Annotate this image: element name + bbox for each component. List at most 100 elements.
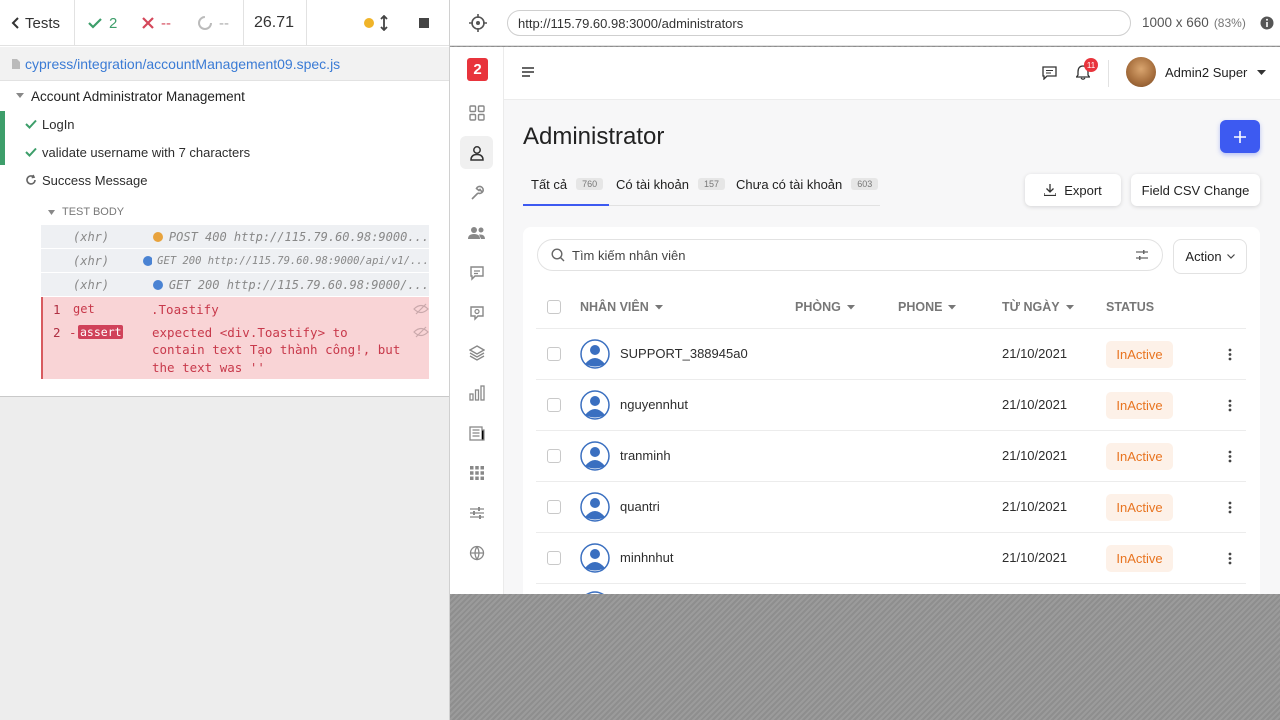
employee-name[interactable]: nguyennhut <box>620 397 688 412</box>
avatar[interactable] <box>1126 57 1156 87</box>
employee-name[interactable]: minhnhut <box>620 550 673 565</box>
column-header-phone[interactable]: PHONE <box>898 285 957 329</box>
info-button[interactable] <box>1260 16 1274 30</box>
check-icon <box>25 147 37 157</box>
sidebar-item-apps[interactable] <box>460 456 493 489</box>
test-item[interactable]: validate username with 7 characters <box>25 142 250 162</box>
command-row-failed[interactable]: 1 get .Toastify <box>53 300 429 318</box>
test-item-running[interactable]: Success Message <box>25 170 148 190</box>
command-row-failed[interactable]: 2 - assert expected <div.Toastify> to co… <box>53 323 429 377</box>
auto-scroll-toggle[interactable] <box>379 0 389 46</box>
hamburger-icon <box>522 67 534 77</box>
employee-name[interactable]: quantri <box>620 499 660 514</box>
messages-button[interactable] <box>1042 66 1057 80</box>
field-csv-change-button[interactable]: Field CSV Change <box>1131 174 1260 206</box>
employee-name[interactable]: SUPPORT_388945a0 <box>620 346 748 361</box>
command-row[interactable]: (xhr) POST 400 http://115.79.60.98:9000.… <box>41 225 429 248</box>
app-preview-panel: http://115.79.60.98:3000/administrators … <box>450 0 1280 720</box>
table-row[interactable]: minhnhut 21/10/2021 InActive <box>536 533 1246 584</box>
user-avatar-icon <box>580 543 610 573</box>
wrench-icon <box>470 185 484 200</box>
employee-name[interactable]: tranminh <box>620 448 671 463</box>
stop-button[interactable] <box>418 0 430 46</box>
test-item[interactable]: LogIn <box>25 114 75 134</box>
sidebar-item-administrators[interactable] <box>460 136 493 169</box>
column-header-from-date[interactable]: TỪ NGÀY <box>1002 285 1074 329</box>
more-vertical-icon[interactable] <box>1228 450 1232 463</box>
file-icon <box>12 58 20 69</box>
more-vertical-icon[interactable] <box>1228 399 1232 412</box>
table-row[interactable]: nguyennhut 21/10/2021 InActive <box>536 380 1246 431</box>
sidebar-item-tools[interactable] <box>460 176 493 209</box>
sidebar-item-network[interactable] <box>460 536 493 569</box>
menu-toggle-button[interactable] <box>522 67 534 77</box>
running-indicator <box>363 0 375 46</box>
column-header-employee[interactable]: NHÂN VIÊN <box>580 285 663 329</box>
sidebar-item-users[interactable] <box>460 216 493 249</box>
export-button[interactable]: Export <box>1025 174 1121 206</box>
user-avatar-icon <box>580 390 610 420</box>
app-logo[interactable]: 2 <box>467 58 488 81</box>
select-all-checkbox[interactable] <box>547 300 561 314</box>
table-row[interactable]: quantri 21/10/2021 InActive <box>536 482 1246 533</box>
row-checkbox[interactable] <box>547 449 561 463</box>
sidebar-item-reports[interactable] <box>460 376 493 409</box>
more-vertical-icon[interactable] <box>1228 552 1232 565</box>
add-administrator-button[interactable] <box>1220 120 1260 153</box>
status-dot-icon <box>364 18 374 28</box>
search-input[interactable]: Tìm kiếm nhân viên <box>537 239 1163 271</box>
test-body-section[interactable]: TEST BODY <box>47 203 124 221</box>
user-avatar-icon <box>580 492 610 522</box>
action-dropdown[interactable]: Action <box>1173 239 1247 274</box>
table-row[interactable]: tranminh 21/10/2021 InActive <box>536 431 1246 482</box>
from-date: 21/10/2021 <box>1002 499 1068 514</box>
runner-stats-bar: Tests 2 -- -- 26.71 <box>0 0 449 46</box>
sort-down-icon <box>846 304 855 309</box>
failed-count: -- <box>141 0 171 46</box>
status-badge: InActive <box>1106 494 1173 521</box>
command-row[interactable]: (xhr) GET 200 http://115.79.60.98:9000/.… <box>41 273 429 296</box>
row-checkbox[interactable] <box>547 347 561 361</box>
viewport-info: 1000 x 660 (83%) <box>1142 15 1246 30</box>
users-icon <box>467 226 485 239</box>
from-date: 21/10/2021 <box>1002 550 1068 565</box>
row-checkbox[interactable] <box>547 551 561 565</box>
sidebar-item-support[interactable] <box>460 296 493 329</box>
tab-with-account[interactable]: Có tài khoản 157 <box>616 167 726 201</box>
back-to-tests-button[interactable]: Tests <box>10 0 60 46</box>
pending-count: -- <box>197 0 229 46</box>
cypress-runner-panel: Tests 2 -- -- 26.71 cypress/integration/… <box>0 0 450 720</box>
command-row[interactable]: (xhr) GET 200 http://115.79.60.98:9000/a… <box>41 249 429 272</box>
eye-slash-icon[interactable] <box>413 326 429 338</box>
sidebar-item-settings[interactable] <box>460 496 493 529</box>
pending-circle-icon <box>198 16 212 30</box>
row-checkbox[interactable] <box>547 500 561 514</box>
selector-playground-button[interactable] <box>469 14 487 32</box>
tab-without-account[interactable]: Chưa có tài khoản 603 <box>736 167 879 201</box>
url-field[interactable]: http://115.79.60.98:3000/administrators <box>507 10 1131 36</box>
sort-down-icon <box>948 304 957 309</box>
sidebar-item-documents[interactable] <box>460 416 493 449</box>
more-vertical-icon[interactable] <box>1228 501 1232 514</box>
user-menu[interactable]: Admin2 Super <box>1165 65 1267 80</box>
spec-file-link[interactable]: cypress/integration/accountManagement09.… <box>25 56 340 72</box>
column-header-status: STATUS <box>1106 300 1155 314</box>
filter-icon[interactable] <box>1136 250 1148 260</box>
sidebar-item-layers[interactable] <box>460 336 493 369</box>
crosshair-icon <box>469 14 487 32</box>
column-header-department[interactable]: PHÒNG <box>795 285 855 329</box>
spec-file-bar: cypress/integration/accountManagement09.… <box>0 47 449 81</box>
grid-icon <box>468 104 485 121</box>
user-icon <box>469 145 484 161</box>
eye-slash-icon[interactable] <box>413 303 429 315</box>
status-badge: InActive <box>1106 392 1173 419</box>
table-row[interactable]: SUPPORT_388945a0 21/10/2021 InActive <box>536 329 1246 380</box>
suite-title[interactable]: Account Administrator Management <box>15 86 245 106</box>
row-checkbox[interactable] <box>547 398 561 412</box>
browser-url-bar: http://115.79.60.98:3000/administrators … <box>450 0 1280 46</box>
tab-all[interactable]: Tất cả 760 <box>531 167 604 201</box>
sidebar-item-messages[interactable] <box>460 256 493 289</box>
more-vertical-icon[interactable] <box>1228 348 1232 361</box>
sidebar-item-dashboard[interactable] <box>460 96 493 129</box>
assert-badge: assert <box>78 325 123 339</box>
